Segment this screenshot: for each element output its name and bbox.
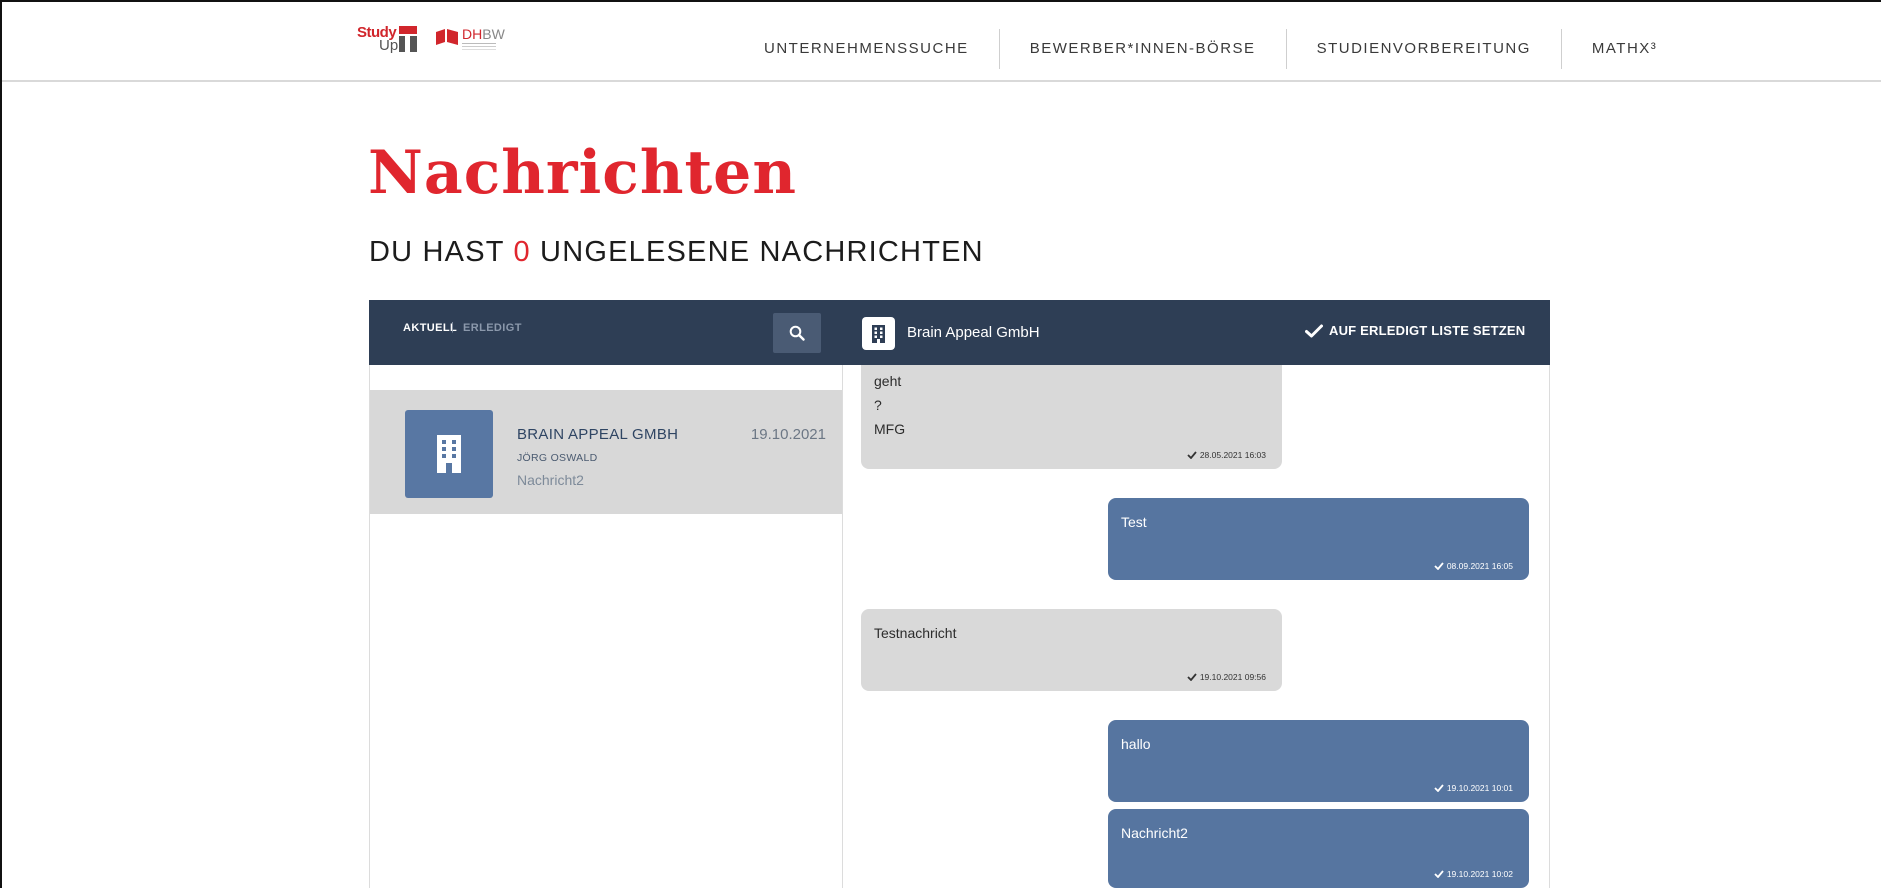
- message-meta: 19.10.2021 09:56: [1187, 672, 1266, 682]
- studyup-logo-text-up: Up: [379, 37, 399, 54]
- conversation-item[interactable]: BRAIN APPEAL GMBH 19.10.2021 JÖRG OSWALD…: [370, 390, 842, 514]
- conversation-preview: Nachricht2: [517, 472, 584, 488]
- checkmark-icon: [1187, 673, 1197, 681]
- conversation-avatar: [405, 410, 493, 498]
- page-title: Nachrichten: [368, 138, 797, 208]
- main-nav: UNTERNEHMENSSUCHE BEWERBER*INNEN-BÖRSE S…: [734, 29, 1687, 69]
- message-text: hallo: [1121, 736, 1151, 752]
- checkmark-icon: [1305, 324, 1323, 337]
- unread-summary-prefix: DU HAST: [369, 236, 505, 268]
- message-meta: 19.10.2021 10:01: [1434, 783, 1513, 793]
- message-timestamp: 19.10.2021 09:56: [1199, 672, 1266, 682]
- conversation-person: JÖRG OSWALD: [517, 452, 598, 464]
- building-icon: [872, 324, 885, 343]
- message-bubble-outgoing: Test 08.09.2021 16:05: [1108, 498, 1529, 580]
- tab-aktuell[interactable]: AKTUELL: [403, 322, 457, 334]
- checkmark-icon: [1434, 870, 1444, 878]
- tab-erledigt[interactable]: ERLEDIGT: [463, 322, 522, 334]
- chat-company-name: Brain Appeal GmbH: [907, 324, 1040, 341]
- message-text: Test: [1121, 514, 1147, 530]
- nav-item-unternehmenssuche[interactable]: UNTERNEHMENSSUCHE: [734, 29, 999, 69]
- message-meta: 19.10.2021 10:02: [1434, 869, 1513, 879]
- chat-company-avatar: [862, 317, 895, 350]
- tab-separator: |: [451, 321, 454, 333]
- message-text: Nachricht2: [1121, 825, 1188, 841]
- mark-done-button[interactable]: AUF ERLEDIGT LISTE SETZEN: [1305, 323, 1525, 338]
- site-header: Study Up DHBW UNTERNEHMENSSUCHE BEWERBER…: [0, 0, 1881, 82]
- mark-done-label: AUF ERLEDIGT LISTE SETZEN: [1329, 323, 1526, 338]
- message-text: geht: [874, 373, 902, 389]
- conversation-company: BRAIN APPEAL GMBH: [517, 426, 679, 443]
- message-text: MFG: [874, 421, 906, 437]
- message-meta: 08.09.2021 16:05: [1434, 561, 1513, 571]
- dhbw-logo-text: DHBW: [462, 26, 505, 42]
- dhbw-logo[interactable]: DHBW: [436, 26, 505, 56]
- search-icon: [789, 325, 805, 341]
- checkmark-icon: [1434, 784, 1444, 792]
- unread-summary-suffix: UNGELESENE NACHRICHTEN: [540, 236, 984, 268]
- studyup-logo[interactable]: Study Up: [357, 24, 417, 54]
- message-bubble-incoming: Testnachricht 19.10.2021 09:56: [861, 609, 1282, 691]
- studyup-logo-mark-icon: [399, 26, 417, 52]
- message-text: Testnachricht: [874, 625, 957, 641]
- unread-summary: DU HAST 0 UNGELESENE NACHRICHTEN: [369, 236, 984, 269]
- search-button[interactable]: [773, 313, 821, 353]
- nav-item-bewerber-boerse[interactable]: BEWERBER*INNEN-BÖRSE: [1000, 29, 1286, 69]
- nav-item-mathx3[interactable]: MATHX³: [1562, 29, 1687, 69]
- checkmark-icon: [1187, 451, 1197, 459]
- nav-item-studienvorbereitung[interactable]: STUDIENVORBEREITUNG: [1287, 29, 1561, 69]
- dhbw-logo-subline: [462, 43, 496, 44]
- chat-thread[interactable]: geht ? MFG 28.05.2021 16:03 Test 08.09.2…: [843, 365, 1550, 888]
- dhbw-logo-mark-icon: [436, 29, 458, 45]
- message-timestamp: 08.09.2021 16:05: [1446, 561, 1513, 571]
- building-icon: [437, 435, 461, 473]
- message-bubble-outgoing: hallo 19.10.2021 10:01: [1108, 720, 1529, 802]
- message-timestamp: 19.10.2021 10:01: [1446, 783, 1513, 793]
- message-timestamp: 28.05.2021 16:03: [1199, 450, 1266, 460]
- message-meta: 28.05.2021 16:03: [1187, 450, 1266, 460]
- message-text: ?: [874, 397, 882, 413]
- message-bubble-outgoing: Nachricht2 19.10.2021 10:02: [1108, 809, 1529, 888]
- message-timestamp: 19.10.2021 10:02: [1446, 869, 1513, 879]
- checkmark-icon: [1434, 562, 1444, 570]
- conversation-date: 19.10.2021: [750, 426, 826, 443]
- unread-count: 0: [513, 236, 531, 268]
- messages-toolbar: AKTUELL | ERLEDIGT Brain Appeal GmbH AUF…: [369, 300, 1550, 365]
- message-bubble-incoming: geht ? MFG 28.05.2021 16:03: [861, 365, 1282, 469]
